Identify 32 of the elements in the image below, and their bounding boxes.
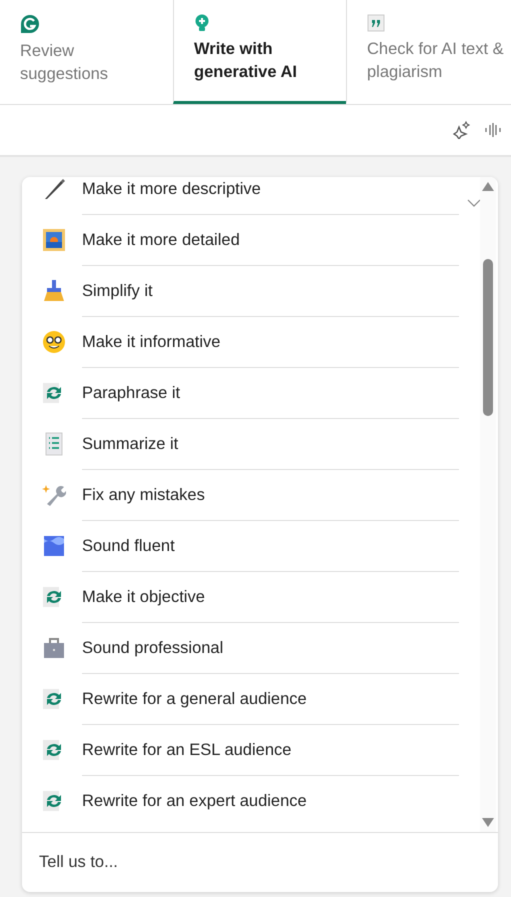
prompt-item[interactable]: Make it more detailed — [22, 215, 498, 265]
prompt-item[interactable]: Sound professional — [22, 623, 498, 673]
prompt-item[interactable]: Summarize it — [22, 419, 498, 469]
list-icon — [43, 432, 65, 456]
quote-icon — [367, 14, 385, 32]
prompt-item[interactable]: Rewrite for an expert audience — [22, 776, 498, 826]
chevron-down-icon[interactable] — [467, 199, 481, 207]
scroll-up-icon[interactable] — [482, 182, 494, 191]
nerd-face-icon — [42, 330, 66, 354]
prompt-item[interactable]: Sound fluent — [22, 521, 498, 571]
picture-icon — [42, 228, 66, 252]
prompt-item[interactable]: Paraphrase it — [22, 368, 498, 418]
wrench-icon — [42, 483, 66, 507]
scroll-down-icon[interactable] — [482, 818, 494, 827]
wave-icon — [43, 535, 65, 557]
scrollbar-thumb[interactable] — [483, 259, 493, 416]
prompt-item[interactable]: Make it objective — [22, 572, 498, 622]
prompt-item[interactable]: Rewrite for an ESL audience — [22, 725, 498, 775]
prompt-item[interactable]: Make it more descriptive — [22, 177, 498, 214]
briefcase-icon — [43, 637, 65, 659]
tab[interactable]: Review suggestions — [0, 0, 173, 104]
pen-icon — [42, 177, 66, 201]
sparkle-icon[interactable] — [453, 121, 471, 139]
prompt-item[interactable]: Make it informative — [22, 317, 498, 367]
waveform-icon[interactable] — [485, 122, 501, 138]
lightbulb-icon — [194, 14, 210, 32]
tab[interactable]: Check for AI text & plagiarism — [346, 0, 511, 104]
logo-icon — [20, 14, 40, 34]
prompt-item[interactable]: Simplify it — [22, 266, 498, 316]
prompt-item[interactable]: Rewrite for a general audience — [22, 674, 498, 724]
broom-icon — [42, 279, 66, 303]
prompt-item[interactable]: Fix any mistakes — [22, 470, 498, 520]
